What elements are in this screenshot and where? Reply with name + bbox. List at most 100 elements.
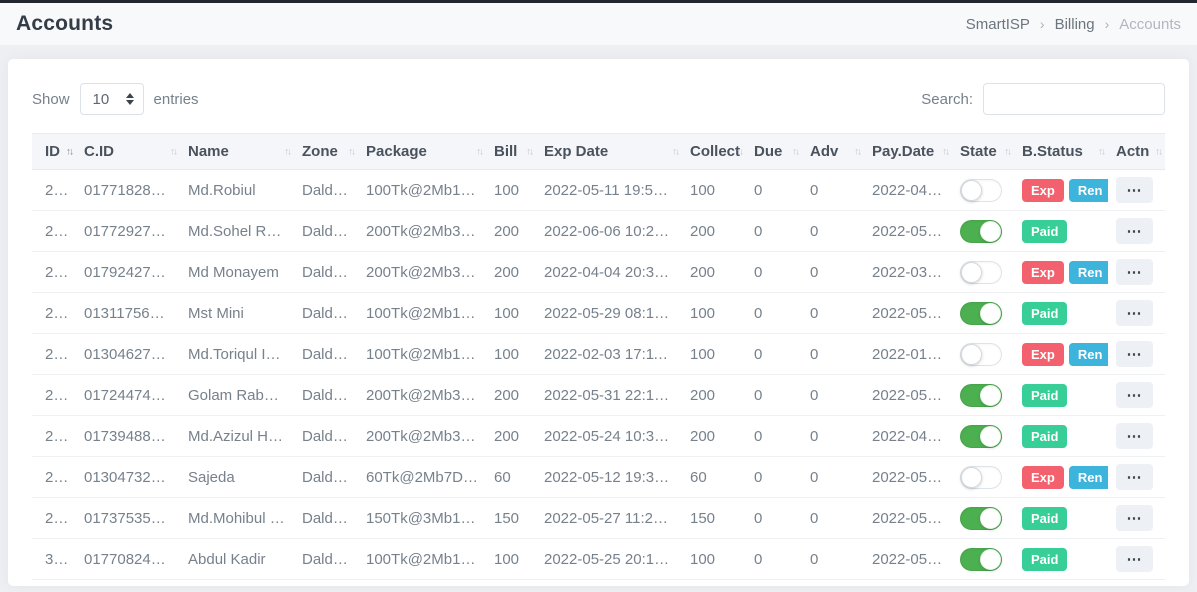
cell-state xyxy=(952,375,1014,416)
cell-exp_date: 2022-05-24 10:31:46 xyxy=(536,416,682,457)
cell-adv: 0 xyxy=(802,334,864,375)
paid-status-badge[interactable]: Paid xyxy=(1022,425,1067,448)
column-header-bill[interactable]: Bill↑↓ xyxy=(486,134,536,170)
column-label: Exp Date xyxy=(544,143,608,160)
state-toggle[interactable] xyxy=(960,179,1002,202)
exp-status-badge[interactable]: Exp xyxy=(1022,261,1064,284)
cell-actn: ⋯ xyxy=(1108,375,1165,416)
cell-zone: Daldoli... xyxy=(294,211,358,252)
column-header-name[interactable]: Name↑↓ xyxy=(180,134,294,170)
column-header-pay_date[interactable]: Pay.Date↑↓ xyxy=(864,134,952,170)
cell-bstatus: ExpRen xyxy=(1014,457,1108,498)
search-input[interactable] xyxy=(983,83,1165,115)
state-toggle[interactable] xyxy=(960,302,1002,325)
column-header-exp_date[interactable]: Exp Date ↑↓ xyxy=(536,134,682,170)
sort-arrows-icon: ↑↓ xyxy=(284,146,290,157)
cell-due: 0 xyxy=(746,416,802,457)
sort-arrows-icon: ↑↓ xyxy=(66,146,72,157)
column-header-bstatus[interactable]: B.Status↑↓ xyxy=(1014,134,1108,170)
table-row: 27401311756340Mst MiniDaldoli...100Tk@2M… xyxy=(32,293,1165,334)
paid-status-badge[interactable]: Paid xyxy=(1022,220,1067,243)
sort-arrows-icon: ↑↓ xyxy=(1004,146,1010,157)
state-toggle[interactable] xyxy=(960,466,1002,489)
page-size-select[interactable]: 10 xyxy=(80,83,144,115)
table-row: 27101792427128Md MonayemDaldoli...200Tk@… xyxy=(32,252,1165,293)
cell-actn: ⋯ xyxy=(1108,252,1165,293)
ellipsis-icon: ⋯ xyxy=(1127,183,1143,198)
cell-package: 200Tk@2Mb30Day xyxy=(358,375,486,416)
row-actions-button[interactable]: ⋯ xyxy=(1116,300,1153,326)
paid-status-badge[interactable]: Paid xyxy=(1022,507,1067,530)
exp-status-badge[interactable]: Exp xyxy=(1022,179,1064,202)
cell-due: 0 xyxy=(746,170,802,211)
cell-cid: 01772927339 xyxy=(76,211,180,252)
cell-bstatus: Paid xyxy=(1014,293,1108,334)
cell-package: 100Tk@2Mb15Day xyxy=(358,539,486,580)
ren-status-badge[interactable]: Ren xyxy=(1069,343,1108,366)
paid-status-badge[interactable]: Paid xyxy=(1022,548,1067,571)
column-header-package[interactable]: Package↑↓ xyxy=(358,134,486,170)
state-toggle[interactable] xyxy=(960,261,1002,284)
toggle-knob-icon xyxy=(961,262,982,283)
column-header-cid[interactable]: C.ID↑↓ xyxy=(76,134,180,170)
cell-bill: 60 xyxy=(486,457,536,498)
column-header-state[interactable]: State↑↓ xyxy=(952,134,1014,170)
state-toggle[interactable] xyxy=(960,548,1002,571)
row-actions-button[interactable]: ⋯ xyxy=(1116,505,1153,531)
cell-name: Abdul Kadir xyxy=(180,539,294,580)
row-actions-button[interactable]: ⋯ xyxy=(1116,382,1153,408)
ren-status-badge[interactable]: Ren xyxy=(1069,261,1108,284)
cell-zone: Daldoli... xyxy=(294,252,358,293)
breadcrumb-billing[interactable]: Billing xyxy=(1055,16,1095,33)
row-actions-button[interactable]: ⋯ xyxy=(1116,423,1153,449)
row-actions-button[interactable]: ⋯ xyxy=(1116,218,1153,244)
column-header-actn[interactable]: Actn↑↓ xyxy=(1108,134,1165,170)
breadcrumb-smartisp[interactable]: SmartISP xyxy=(966,16,1030,33)
column-header-due[interactable]: Due↑↓ xyxy=(746,134,802,170)
cell-exp_date: 2022-05-29 08:19:11 xyxy=(536,293,682,334)
state-toggle[interactable] xyxy=(960,384,1002,407)
sort-arrows-icon: ↑↓ xyxy=(672,146,678,157)
row-actions-button[interactable]: ⋯ xyxy=(1116,259,1153,285)
column-header-id[interactable]: ID↑↓ xyxy=(32,134,76,170)
table-row: 28201304627524Md.Toriqul IslamDaldoli...… xyxy=(32,334,1165,375)
sort-arrows-icon: ↑↓ xyxy=(526,146,532,157)
paid-status-badge[interactable]: Paid xyxy=(1022,384,1067,407)
row-actions-button[interactable]: ⋯ xyxy=(1116,546,1153,572)
paid-status-badge[interactable]: Paid xyxy=(1022,302,1067,325)
state-toggle[interactable] xyxy=(960,425,1002,448)
state-toggle[interactable] xyxy=(960,220,1002,243)
cell-zone: Daldoli... xyxy=(294,416,358,457)
cell-exp_date: 2022-02-03 17:11:06 xyxy=(536,334,682,375)
state-toggle[interactable] xyxy=(960,343,1002,366)
cell-package: 100Tk@2Mb15Day xyxy=(358,293,486,334)
cell-package: 150Tk@3Mb15Day xyxy=(358,498,486,539)
exp-status-badge[interactable]: Exp xyxy=(1022,466,1064,489)
cell-id: 274 xyxy=(32,293,76,334)
cell-pay_date: 2022-05-01 xyxy=(864,375,952,416)
cell-adv: 0 xyxy=(802,211,864,252)
cell-bstatus: Paid xyxy=(1014,211,1108,252)
cell-pay_date: 2022-05-12 xyxy=(864,498,952,539)
cell-exp_date: 2022-04-04 20:33:53 xyxy=(536,252,682,293)
column-header-collect[interactable]: Collect↑↓ xyxy=(682,134,746,170)
row-actions-button[interactable]: ⋯ xyxy=(1116,341,1153,367)
row-actions-button[interactable]: ⋯ xyxy=(1116,464,1153,490)
exp-status-badge[interactable]: Exp xyxy=(1022,343,1064,366)
toggle-knob-icon xyxy=(961,344,982,365)
cell-state xyxy=(952,539,1014,580)
cell-id: 271 xyxy=(32,252,76,293)
table-row: 26501771828462Md.RobiulDaldoli...100Tk@2… xyxy=(32,170,1165,211)
cell-due: 0 xyxy=(746,457,802,498)
column-header-zone[interactable]: Zone↑↓ xyxy=(294,134,358,170)
ren-status-badge[interactable]: Ren xyxy=(1069,466,1108,489)
row-actions-button[interactable]: ⋯ xyxy=(1116,177,1153,203)
cell-state xyxy=(952,293,1014,334)
ellipsis-icon: ⋯ xyxy=(1127,265,1143,280)
cell-bstatus: Paid xyxy=(1014,498,1108,539)
ren-status-badge[interactable]: Ren xyxy=(1069,179,1108,202)
cell-pay_date: 2022-05-14 xyxy=(864,293,952,334)
table-header-row: ID↑↓C.ID↑↓Name↑↓Zone↑↓Package↑↓Bill↑↓Exp… xyxy=(32,134,1165,170)
state-toggle[interactable] xyxy=(960,507,1002,530)
column-header-adv[interactable]: Adv↑↓ xyxy=(802,134,864,170)
